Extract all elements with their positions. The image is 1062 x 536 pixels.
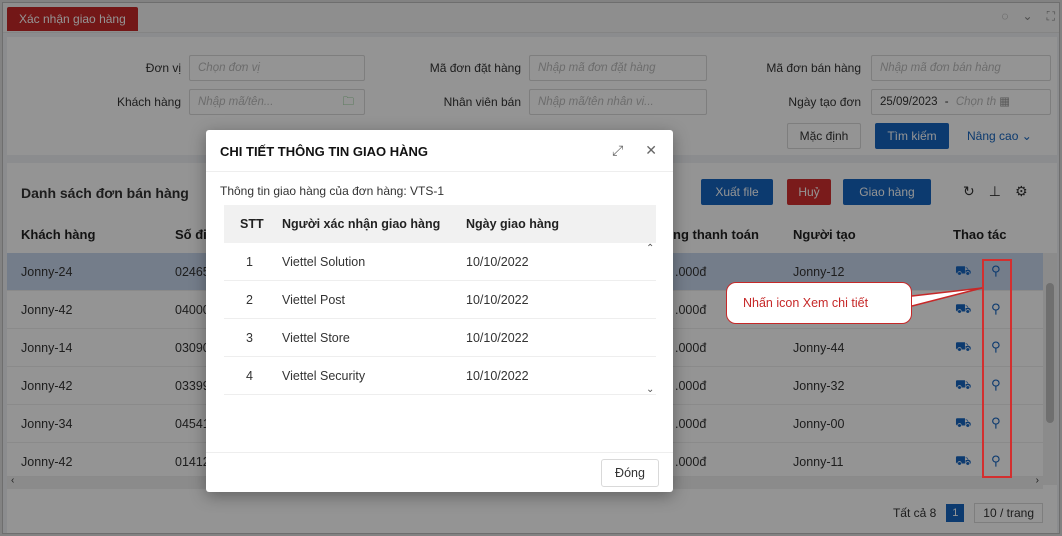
callout-bubble: Nhấn icon Xem chi tiết bbox=[726, 282, 912, 324]
callout-pointer bbox=[911, 287, 983, 307]
